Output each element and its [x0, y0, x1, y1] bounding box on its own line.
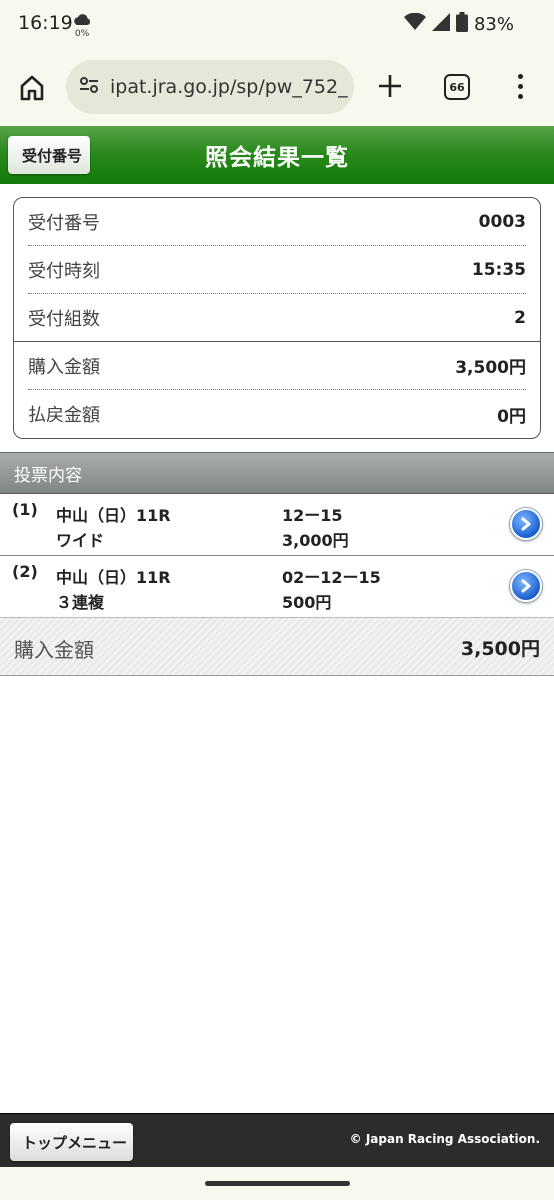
info-value: 2 — [514, 307, 526, 328]
total-row: 購入金額 3,500円 — [0, 617, 554, 676]
bet-type: ３連複 — [56, 593, 105, 612]
home-icon — [20, 75, 44, 101]
info-value: 0003 — [478, 211, 526, 232]
info-label: 受付組数 — [28, 308, 100, 330]
top-menu-button[interactable]: トップメニュー — [10, 1123, 134, 1161]
status-time: 16:19 — [18, 12, 73, 34]
site-settings-icon[interactable] — [78, 74, 100, 100]
info-row-receipt-time: 受付時刻 15:35 — [28, 246, 526, 294]
info-row-purchase-amount: 購入金額 3,500円 — [28, 342, 526, 390]
browser-menu-button[interactable] — [508, 68, 532, 104]
weather-icon: 0% — [72, 12, 92, 39]
total-label: 購入金額 — [14, 638, 94, 662]
bet-horse-numbers: 12ー15 — [282, 506, 343, 525]
new-tab-button[interactable] — [372, 68, 408, 104]
bet-amount: 500円 — [282, 593, 332, 612]
gesture-handle[interactable] — [205, 1181, 350, 1186]
bet-amount: 3,000円 — [282, 531, 349, 550]
bet-type: ワイド — [56, 531, 105, 550]
system-nav-bar — [0, 1167, 554, 1200]
address-bar[interactable]: ipat.jra.go.jp/sp/pw_752_ — [66, 60, 354, 114]
page-title: 照会結果一覧 — [205, 145, 349, 171]
signal-icon — [431, 13, 450, 35]
copyright-text: © Japan Racing Association. — [349, 1132, 540, 1146]
info-row-bet-count: 受付組数 2 — [14, 294, 540, 342]
section-header-bet-details: 投票内容 — [0, 452, 554, 494]
bet-number: (1) — [12, 500, 38, 519]
bet-number: (2) — [12, 562, 38, 581]
bet-race: 中山（日）11R — [56, 568, 171, 587]
receipt-info-card: 受付番号 0003 受付時刻 15:35 受付組数 2 購入金額 3,500円 … — [13, 197, 541, 439]
info-label: 払戻金額 — [28, 405, 100, 426]
url-text: ipat.jra.go.jp/sp/pw_752_ — [110, 76, 348, 98]
info-label: 購入金額 — [28, 356, 100, 378]
chevron-right-icon[interactable] — [510, 570, 542, 602]
status-bar: 16:19 0% 83% — [0, 0, 554, 50]
info-value: 3,500円 — [455, 358, 526, 378]
chevron-right-icon[interactable] — [510, 508, 542, 540]
plus-icon — [379, 75, 401, 97]
battery-percent: 83% — [473, 13, 514, 35]
browser-toolbar: ipat.jra.go.jp/sp/pw_752_ 66 — [0, 50, 554, 126]
tab-switcher-button[interactable]: 66 — [444, 74, 470, 100]
footer: トップメニュー © Japan Racing Association. — [0, 1113, 554, 1167]
weather-text: 0% — [75, 29, 90, 39]
info-label: 受付時刻 — [28, 260, 100, 282]
info-value: 0円 — [497, 406, 526, 427]
bet-row[interactable]: (1) 中山（日）11R ワイド 12ー15 3,000円 — [0, 494, 554, 556]
bet-race: 中山（日）11R — [56, 506, 171, 525]
bet-row[interactable]: (2) 中山（日）11R ３連複 02ー12ー15 500円 — [0, 556, 554, 618]
page-header: 受付番号 照会結果一覧 — [0, 126, 554, 184]
wifi-icon — [403, 12, 426, 35]
info-value: 15:35 — [471, 259, 526, 280]
info-row-receipt-number: 受付番号 0003 — [28, 198, 526, 246]
info-label: 受付番号 — [28, 212, 100, 234]
total-value: 3,500円 — [460, 638, 540, 660]
home-button[interactable] — [14, 70, 50, 106]
bet-horse-numbers: 02ー12ー15 — [282, 568, 381, 587]
battery-icon — [455, 12, 468, 36]
info-row-payout-amount: 払戻金額 0円 — [28, 390, 526, 438]
